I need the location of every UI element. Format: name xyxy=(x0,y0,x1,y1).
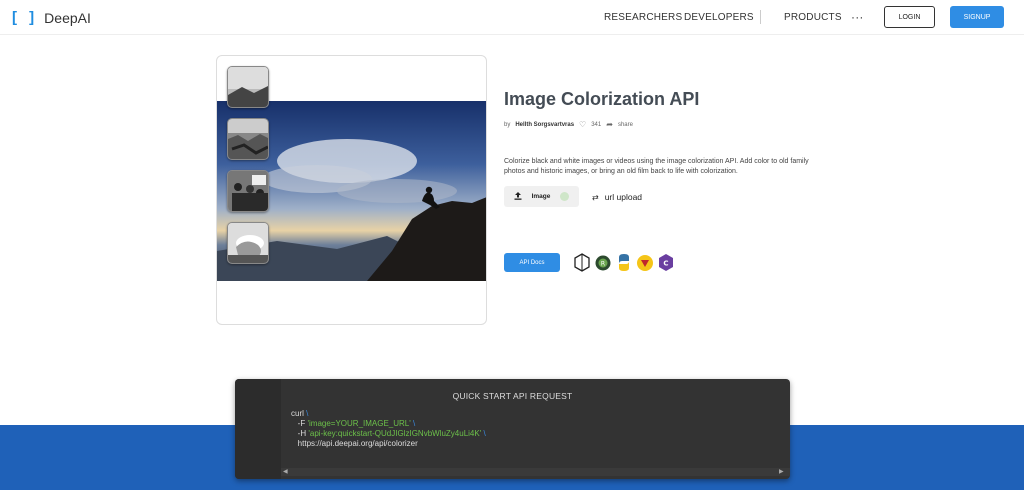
scroll-left-icon[interactable]: ◀ xyxy=(283,468,288,475)
code-box-title: QUICK START API REQUEST xyxy=(452,391,573,401)
python-icon[interactable] xyxy=(615,253,633,272)
thumbnail-1[interactable] xyxy=(227,66,269,108)
code-line: curl \ xyxy=(291,409,309,418)
more-menu-icon[interactable]: ··· xyxy=(851,10,864,24)
nodejs-icon[interactable] xyxy=(573,253,591,272)
example-image-card xyxy=(216,55,487,325)
api-description: Colorize black and white images or video… xyxy=(504,158,809,175)
nav-divider xyxy=(760,10,761,24)
thumbnail-4[interactable] xyxy=(227,222,269,264)
ruby-icon[interactable] xyxy=(636,253,654,272)
language-icons: R C xyxy=(573,253,675,272)
horizontal-scrollbar[interactable] xyxy=(281,468,790,476)
url-tab-label: url upload xyxy=(604,192,643,202)
nav-researchers[interactable]: RESEARCHERS xyxy=(604,12,682,23)
signup-button[interactable]: SIGNUP xyxy=(950,6,1004,28)
logo-text: DeepAI xyxy=(44,9,91,26)
like-count: 341 xyxy=(591,121,602,128)
top-navbar: [ ] DeepAI RESEARCHERS DEVELOPERS PRODUC… xyxy=(0,0,1024,35)
url-upload-tab[interactable]: ⇄ url upload xyxy=(592,192,642,202)
csharp-icon[interactable]: C xyxy=(657,253,675,272)
upload-icon xyxy=(514,191,522,202)
image-tab-label: Image xyxy=(531,193,551,200)
share-link[interactable]: share xyxy=(618,122,633,128)
thumbnail-3[interactable] xyxy=(227,170,269,212)
code-line: https://api.deepai.org/api/colorizer xyxy=(297,439,418,448)
author-link[interactable]: Hellth Sorgsvartvras xyxy=(515,122,574,128)
r-icon[interactable]: R xyxy=(594,253,612,272)
byline-prefix: by xyxy=(504,121,511,128)
logo-bracket-icon: [ ] xyxy=(12,9,39,26)
code-line: -H 'api-key:quickstart-QUdJIGlzIGNvbWluZ… xyxy=(297,429,486,438)
image-upload-tab[interactable]: Image xyxy=(504,186,579,207)
heart-icon[interactable]: ♡ xyxy=(579,120,586,129)
thumbnail-2[interactable] xyxy=(227,118,269,160)
byline: by Hellth Sorgsvartvras ♡ 341 ➦ share xyxy=(504,120,633,129)
check-icon xyxy=(560,192,570,201)
quickstart-code-box: QUICK START API REQUEST curl \ -F 'image… xyxy=(235,379,790,479)
deepai-logo[interactable]: [ ] DeepAI xyxy=(12,9,91,26)
svg-text:R: R xyxy=(601,261,605,268)
scroll-right-icon[interactable]: ▶ xyxy=(779,468,784,475)
nav-developers[interactable]: DEVELOPERS xyxy=(684,12,754,23)
api-docs-button[interactable]: API Docs xyxy=(504,253,560,272)
code-line: -F 'image=YOUR_IMAGE_URL' \ xyxy=(297,419,416,428)
svg-text:C: C xyxy=(663,260,668,268)
login-button[interactable]: LOGIN xyxy=(884,6,935,28)
page-title: Image Colorization API xyxy=(504,89,700,109)
code-snippet[interactable]: curl \ -F 'image=YOUR_IMAGE_URL' \ -H 'a… xyxy=(291,409,486,449)
swap-icon: ⇄ xyxy=(592,192,599,202)
nav-products[interactable]: PRODUCTS xyxy=(784,12,842,23)
share-icon[interactable]: ➦ xyxy=(606,120,613,129)
